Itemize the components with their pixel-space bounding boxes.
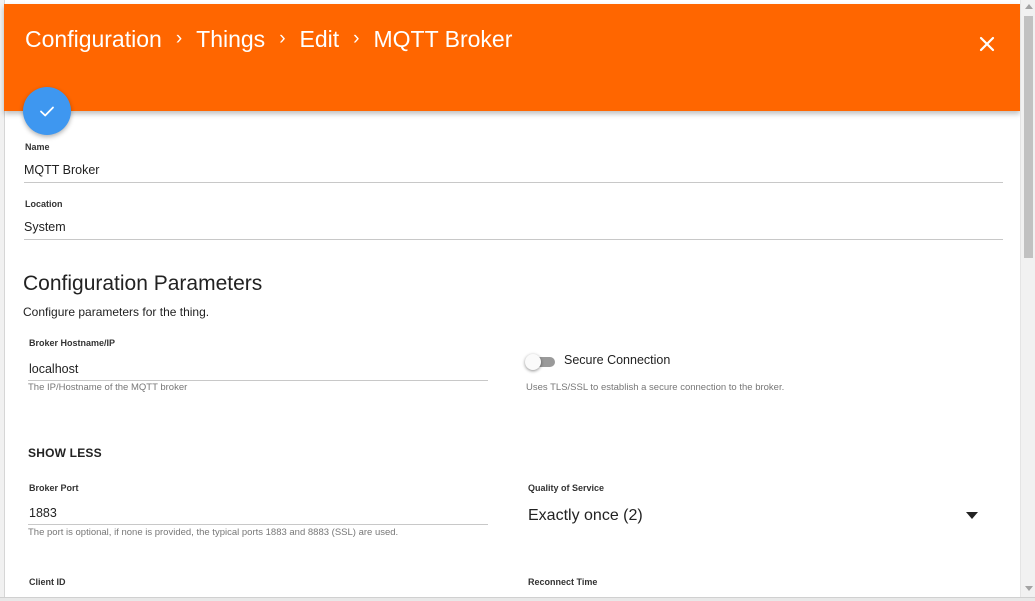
check-icon (40, 106, 54, 117)
toggle-knob (525, 354, 541, 370)
bottom-edge (0, 597, 1035, 601)
broker-host-underline (28, 380, 488, 381)
name-label: Name (25, 142, 50, 152)
breadcrumb-separator: › (353, 28, 360, 49)
header-bar: Configuration › Things › Edit › MQTT Bro… (4, 4, 1020, 111)
broker-port-hint: The port is optional, if none is provide… (28, 527, 399, 538)
secure-connection-hint: Uses TLS/SSL to establish a secure conne… (526, 382, 785, 393)
breadcrumb-separator: › (175, 28, 183, 49)
client-id-label: Client ID (29, 577, 66, 587)
broker-host-input[interactable]: localhost (29, 362, 78, 376)
broker-port-label: Broker Port (29, 483, 79, 493)
config-parameters-description: Configure parameters for the thing. (23, 305, 210, 319)
name-input[interactable]: MQTT Broker (24, 163, 99, 177)
breadcrumb-configuration[interactable]: Configuration (25, 26, 162, 53)
breadcrumb-separator: › (279, 28, 286, 49)
location-input[interactable]: System (24, 220, 66, 234)
broker-host-hint: The IP/Hostname of the MQTT broker (28, 382, 188, 393)
app-window: Configuration › Things › Edit › MQTT Bro… (0, 0, 1035, 601)
config-parameters-title: Configuration Parameters (23, 272, 263, 295)
location-underline (24, 239, 1003, 240)
show-less-button[interactable]: SHOW LESS (28, 446, 102, 460)
scrollbar-thumb[interactable] (1024, 16, 1033, 258)
breadcrumb-things[interactable]: Things (196, 26, 265, 53)
broker-host-label: Broker Hostname/IP (29, 338, 116, 348)
location-label: Location (25, 199, 63, 209)
close-button[interactable] (974, 31, 1000, 57)
vertical-scrollbar[interactable] (1020, 0, 1035, 597)
broker-port-underline (28, 524, 488, 525)
qos-label: Quality of Service (528, 483, 605, 493)
scroll-up-icon[interactable] (1025, 4, 1033, 9)
content-area: Name MQTT Broker Location System Configu… (0, 111, 1020, 597)
breadcrumb: Configuration › Things › Edit › MQTT Bro… (25, 24, 512, 54)
dropdown-arrow-icon[interactable] (966, 512, 978, 519)
secure-connection-label: Secure Connection (564, 353, 671, 367)
breadcrumb-edit[interactable]: Edit (300, 26, 340, 53)
reconnect-time-label: Reconnect Time (528, 577, 598, 587)
scroll-down-icon[interactable] (1025, 586, 1033, 591)
broker-port-input[interactable]: 1883 (29, 506, 57, 520)
breadcrumb-mqtt-broker: MQTT Broker (373, 25, 513, 52)
save-button[interactable] (23, 87, 71, 135)
secure-connection-toggle[interactable] (525, 354, 557, 370)
qos-select[interactable]: Exactly once (2) (528, 507, 643, 525)
close-icon (979, 36, 995, 52)
name-underline (24, 182, 1003, 183)
